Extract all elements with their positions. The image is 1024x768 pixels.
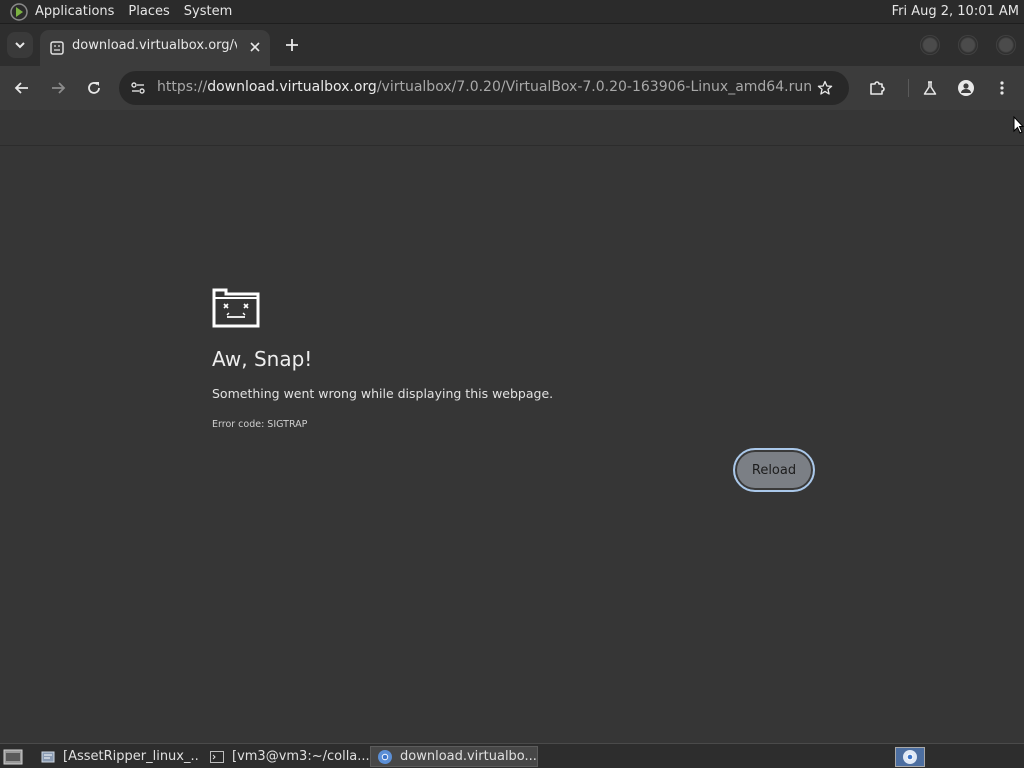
bookmark-button[interactable] xyxy=(814,77,836,99)
new-tab-button[interactable] xyxy=(281,34,303,56)
arrow-left-icon xyxy=(14,82,28,94)
task-label: [vm3@vm3:~/colla... xyxy=(232,749,369,764)
places-menu[interactable]: Places xyxy=(128,4,169,19)
sad-tab-icon xyxy=(212,288,260,328)
applications-menu[interactable]: Applications xyxy=(35,4,114,19)
top-panel: Applications Places System Fri Aug 2, 10… xyxy=(0,0,1024,24)
taskbar-task-terminal[interactable]: [vm3@vm3:~/colla... xyxy=(203,746,369,767)
close-icon xyxy=(250,42,260,52)
url-scheme: https:// xyxy=(157,79,208,95)
flask-icon xyxy=(923,81,937,95)
terminal-icon xyxy=(210,750,224,763)
taskbar-task-asset-ripper[interactable]: [AssetRipper_linux_... xyxy=(34,746,200,767)
forward-button[interactable] xyxy=(46,76,70,100)
tab-search-button[interactable] xyxy=(7,32,33,58)
close-window-button[interactable] xyxy=(996,35,1016,55)
extensions-button[interactable] xyxy=(865,76,889,100)
task-label: download.virtualbo... xyxy=(400,749,537,764)
toolbar-divider xyxy=(908,79,909,97)
page-favicon-icon xyxy=(50,41,64,55)
bookmarks-area xyxy=(0,110,1024,146)
reload-button[interactable]: Reload xyxy=(733,448,815,492)
minimize-button[interactable] xyxy=(920,35,940,55)
bottom-taskbar: [AssetRipper_linux_... [vm3@vm3:~/colla.… xyxy=(0,743,1024,768)
crash-heading: Aw, Snap! xyxy=(212,347,313,371)
chevron-down-icon xyxy=(15,42,25,49)
panel-clock[interactable]: Fri Aug 2, 10:01 AM xyxy=(892,4,1019,19)
refresh-icon xyxy=(88,82,100,94)
arrow-right-icon xyxy=(52,82,66,94)
menu-button[interactable] xyxy=(990,76,1014,100)
tab-active[interactable]: download.virtualbox.org/virtualbox/7.0.2… xyxy=(40,30,270,66)
maximize-button[interactable] xyxy=(958,35,978,55)
tab-close-button[interactable] xyxy=(246,38,264,56)
url-host: download.virtualbox.org xyxy=(207,79,377,95)
tray-chrome-button[interactable] xyxy=(895,747,925,767)
task-label: [AssetRipper_linux_... xyxy=(63,749,200,764)
tune-icon xyxy=(131,82,145,94)
crash-message: Something went wrong while displaying th… xyxy=(212,386,554,401)
tab-strip: download.virtualbox.org/virtualbox/7.0.2… xyxy=(0,24,1024,66)
chrome-icon xyxy=(903,750,917,764)
profile-button[interactable] xyxy=(954,76,978,100)
crash-page: Aw, Snap! Something went wrong while dis… xyxy=(0,146,1024,743)
labs-button[interactable] xyxy=(918,76,942,100)
mouse-cursor-icon xyxy=(1013,116,1024,134)
browser-toolbar: https://download.virtualbox.org/virtualb… xyxy=(0,66,1024,110)
taskbar-task-browser[interactable]: download.virtualbo... xyxy=(370,746,538,767)
tab-title: download.virtualbox.org/virtualbox/7.0.2… xyxy=(72,38,237,53)
back-button[interactable] xyxy=(10,76,34,100)
file-manager-icon xyxy=(41,751,55,762)
site-info-button[interactable] xyxy=(127,77,149,99)
reload-toolbar-button[interactable] xyxy=(82,76,106,100)
system-menu[interactable]: System xyxy=(184,4,232,19)
url-text[interactable]: https://download.virtualbox.org/virtualb… xyxy=(157,79,812,95)
star-icon xyxy=(817,80,833,95)
plus-icon xyxy=(286,39,298,51)
url-path: /virtualbox/7.0.20/VirtualBox-7.0.20-163… xyxy=(376,79,813,95)
error-code: Error code: SIGTRAP xyxy=(212,419,308,430)
chrome-icon xyxy=(378,749,392,764)
show-desktop-icon[interactable] xyxy=(3,748,23,765)
more-vert-icon xyxy=(1000,81,1004,95)
account-icon xyxy=(958,80,974,96)
distro-logo-icon[interactable] xyxy=(9,2,29,22)
address-bar[interactable]: https://download.virtualbox.org/virtualb… xyxy=(119,71,849,105)
puzzle-icon xyxy=(870,81,885,95)
